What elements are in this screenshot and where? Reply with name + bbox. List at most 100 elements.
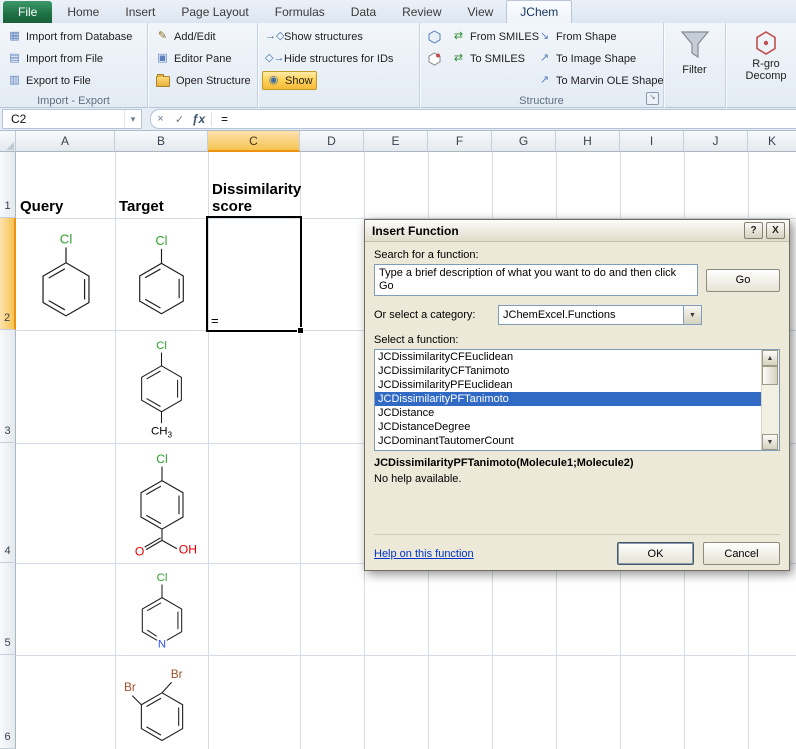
- column-header[interactable]: K: [748, 131, 796, 152]
- cell-b1[interactable]: Target: [115, 152, 208, 218]
- show-icon: ◉: [266, 75, 281, 86]
- scroll-up-button[interactable]: ▲: [762, 350, 778, 366]
- tab-formulas[interactable]: Formulas: [262, 1, 338, 23]
- row-header[interactable]: 1: [0, 152, 16, 218]
- from-shape-button[interactable]: ↘ From Shape: [534, 27, 658, 46]
- editor-pane-button[interactable]: ▣ Editor Pane: [152, 49, 255, 68]
- button-label: Filter: [682, 64, 706, 76]
- open-structure-button[interactable]: Open Structure: [152, 71, 255, 90]
- column-header-selected[interactable]: C: [208, 131, 300, 152]
- button-label: Show structures: [284, 31, 363, 43]
- show-structures-button[interactable]: →◇ Show structures: [262, 27, 417, 46]
- function-list-item[interactable]: JCDissimilarityPFEuclidean: [375, 378, 762, 392]
- dialog-close-button[interactable]: X: [766, 222, 785, 239]
- dialog-title-bar[interactable]: Insert Function ? X: [365, 220, 789, 242]
- formula-enter-button[interactable]: ✓: [170, 113, 189, 126]
- tab-jchem[interactable]: JChem: [506, 0, 572, 23]
- import-from-file-button[interactable]: ▤ Import from File: [4, 49, 145, 68]
- column-header[interactable]: J: [684, 131, 748, 152]
- open-folder-icon: [156, 76, 170, 87]
- to-smiles-button[interactable]: ⇄ To SMILES: [448, 49, 528, 68]
- cell-b2[interactable]: Cl: [115, 218, 208, 330]
- add-edit-button[interactable]: ✎ Add/Edit: [152, 27, 255, 46]
- export-to-file-button[interactable]: ▥ Export to File: [4, 71, 145, 90]
- formula-input[interactable]: =: [215, 112, 228, 126]
- function-list-item[interactable]: JCDistance: [375, 406, 762, 420]
- filter-button[interactable]: Filter: [664, 27, 725, 76]
- tab-review[interactable]: Review: [389, 1, 454, 23]
- function-list-item[interactable]: JCDissimilarityCFTanimoto: [375, 364, 762, 378]
- dialog-help-button[interactable]: ?: [744, 222, 763, 239]
- formula-strip: × ✓ ƒx =: [150, 109, 796, 129]
- column-header[interactable]: D: [300, 131, 364, 152]
- structure-tool-button-1[interactable]: [424, 27, 444, 46]
- function-list-item-selected[interactable]: JCDissimilarityPFTanimoto: [375, 392, 762, 406]
- row-header-selected[interactable]: 2: [0, 218, 16, 330]
- function-listbox[interactable]: JCDissimilarityCFEuclidean JCDissimilari…: [374, 349, 780, 451]
- structure-tool-button-2[interactable]: [424, 49, 444, 68]
- help-link[interactable]: Help on this function: [374, 548, 474, 560]
- column-header[interactable]: B: [115, 131, 208, 152]
- rgroup-decompose-button[interactable]: R-gro Decomp: [726, 27, 796, 82]
- hide-structures-icon: ◇→: [265, 53, 280, 64]
- svg-text:Br: Br: [123, 680, 135, 694]
- select-all-corner[interactable]: [0, 131, 16, 152]
- column-header[interactable]: H: [556, 131, 620, 152]
- listbox-scrollbar[interactable]: ▲ ▼: [761, 350, 779, 450]
- group-rgroup: R-gro Decomp: [726, 23, 796, 108]
- row-header[interactable]: 6: [0, 655, 16, 749]
- row-header[interactable]: 4: [0, 443, 16, 563]
- function-list-item[interactable]: JCDominantTautomerCount: [375, 434, 762, 448]
- search-input[interactable]: Type a brief description of what you wan…: [374, 264, 698, 296]
- button-label: R-gro: [752, 58, 780, 70]
- to-marvin-ole-shape-button[interactable]: ↗ To Marvin OLE Shape: [534, 71, 658, 90]
- tab-data[interactable]: Data: [338, 1, 389, 23]
- column-header[interactable]: I: [620, 131, 684, 152]
- name-box-dropdown-icon[interactable]: ▾: [124, 110, 141, 128]
- cell-b5[interactable]: Cl N: [115, 563, 208, 655]
- column-header[interactable]: G: [492, 131, 556, 152]
- ok-button[interactable]: OK: [617, 542, 694, 565]
- category-select[interactable]: JChemExcel.Functions ▼: [498, 305, 702, 325]
- cell-a1[interactable]: Query: [16, 152, 115, 218]
- formula-divider: [211, 112, 212, 126]
- row-header[interactable]: 3: [0, 330, 16, 443]
- group-filter: Filter: [664, 23, 726, 108]
- insert-function-button[interactable]: ƒx: [189, 112, 208, 126]
- button-label: To SMILES: [470, 53, 525, 65]
- function-list-item[interactable]: JCDistanceDegree: [375, 420, 762, 434]
- category-dropdown-arrow-icon[interactable]: ▼: [683, 306, 701, 324]
- column-header[interactable]: F: [428, 131, 492, 152]
- structure-dialog-launcher[interactable]: ↘: [646, 92, 659, 105]
- tab-view[interactable]: View: [455, 1, 507, 23]
- to-image-shape-button[interactable]: ↗ To Image Shape: [534, 49, 658, 68]
- hide-structures-for-ids-button[interactable]: ◇→ Hide structures for IDs: [262, 49, 417, 68]
- fill-handle[interactable]: [297, 327, 304, 334]
- scroll-down-button[interactable]: ▼: [762, 434, 778, 450]
- button-label: From SMILES: [470, 31, 539, 43]
- tab-file[interactable]: File: [3, 1, 52, 23]
- tab-insert[interactable]: Insert: [112, 1, 168, 23]
- cell-b6[interactable]: Br Br: [115, 655, 208, 749]
- column-header[interactable]: E: [364, 131, 428, 152]
- row-header[interactable]: 5: [0, 563, 16, 655]
- function-list-item[interactable]: JCDissimilarityCFEuclidean: [375, 350, 762, 364]
- group-editor: ✎ Add/Edit ▣ Editor Pane Open Structure: [148, 23, 258, 108]
- go-button[interactable]: Go: [706, 269, 780, 292]
- from-smiles-button[interactable]: ⇄ From SMILES: [448, 27, 528, 46]
- cell-b3[interactable]: Cl CH3: [115, 330, 208, 443]
- selected-cell-c2[interactable]: =: [206, 216, 302, 332]
- tab-page-layout[interactable]: Page Layout: [168, 1, 261, 23]
- import-from-database-button[interactable]: ▦ Import from Database: [4, 27, 145, 46]
- formula-cancel-button[interactable]: ×: [151, 113, 170, 125]
- column-header[interactable]: A: [16, 131, 115, 152]
- cancel-button[interactable]: Cancel: [703, 542, 780, 565]
- cell-b4[interactable]: Cl O OH: [115, 443, 208, 563]
- scroll-thumb[interactable]: [762, 366, 778, 385]
- name-box[interactable]: C2 ▾: [2, 109, 142, 129]
- show-toggle-button[interactable]: ◉ Show: [262, 71, 317, 90]
- cell-c1[interactable]: Dissimilarity score: [208, 152, 300, 218]
- cell-a2[interactable]: Cl: [16, 218, 115, 330]
- tab-home[interactable]: Home: [54, 1, 112, 23]
- group-label-import-export: Import - Export: [0, 95, 147, 107]
